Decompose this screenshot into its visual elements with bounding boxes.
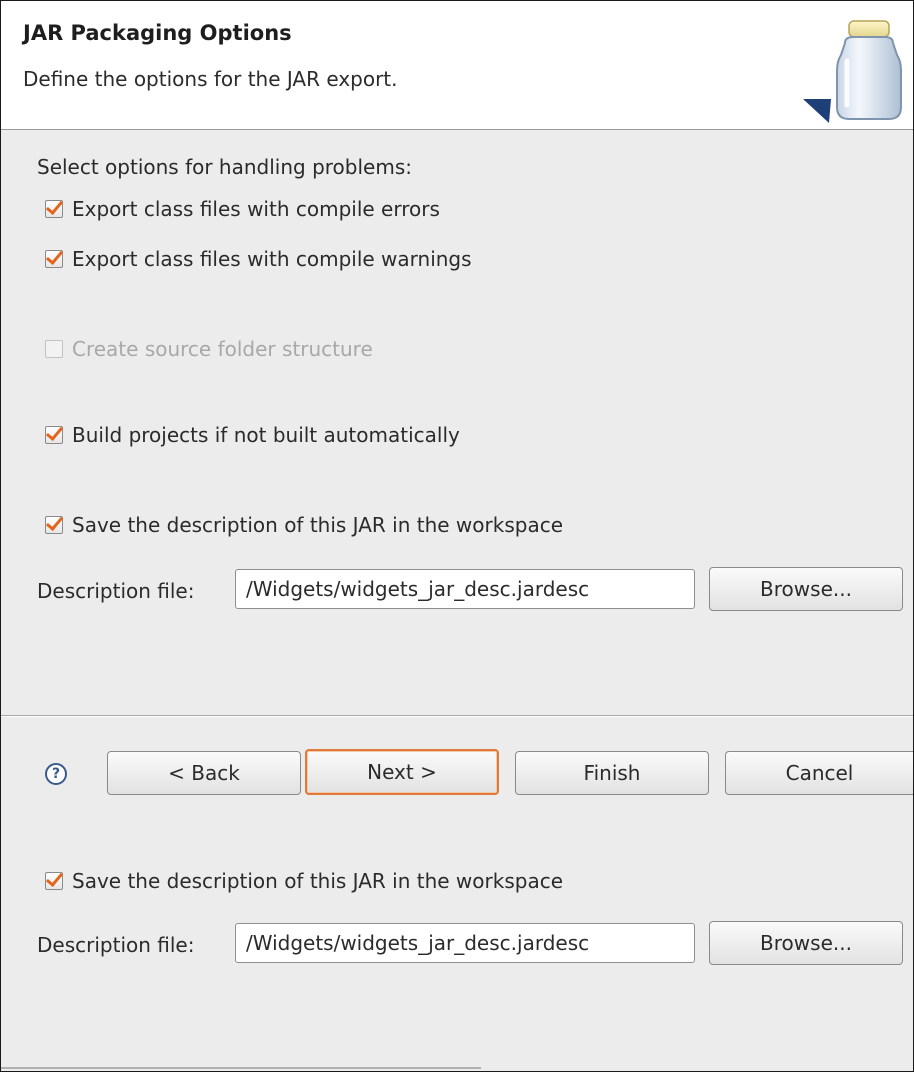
finish-button[interactable]: Finish xyxy=(515,751,709,795)
description-file-label: Description file: xyxy=(37,579,195,603)
export-warnings-label: Export class files with compile warnings xyxy=(72,247,472,271)
save-description-label-2: Save the description of this JAR in the … xyxy=(72,869,563,893)
wizard-header: JAR Packaging Options Define the options… xyxy=(1,1,913,130)
checkbox-box xyxy=(45,340,63,358)
browse-button[interactable]: Browse... xyxy=(709,567,903,611)
next-button[interactable]: Next > xyxy=(305,749,499,795)
source-folder-checkbox: Create source folder structure xyxy=(45,337,373,361)
description-file-input-2[interactable]: /Widgets/widgets_jar_desc.jardesc xyxy=(235,923,695,963)
save-description-checkbox-2[interactable]: Save the description of this JAR in the … xyxy=(45,869,563,893)
checkbox-box[interactable] xyxy=(45,516,63,534)
problems-heading: Select options for handling problems: xyxy=(37,155,412,179)
checkbox-box[interactable] xyxy=(45,872,63,890)
save-description-label: Save the description of this JAR in the … xyxy=(72,513,563,537)
description-file-input[interactable]: /Widgets/widgets_jar_desc.jardesc xyxy=(235,569,695,609)
jar-icon xyxy=(803,20,902,123)
checkbox-box[interactable] xyxy=(45,250,63,268)
browse-button-2[interactable]: Browse... xyxy=(709,921,903,965)
back-button[interactable]: < Back xyxy=(107,751,301,795)
scrollbar-track xyxy=(1,1067,481,1069)
help-icon[interactable]: ? xyxy=(45,763,67,785)
build-projects-label: Build projects if not built automaticall… xyxy=(72,423,460,447)
build-projects-checkbox[interactable]: Build projects if not built automaticall… xyxy=(45,423,460,447)
checkbox-box[interactable] xyxy=(45,426,63,444)
source-folder-label: Create source folder structure xyxy=(72,337,373,361)
page-description: Define the options for the JAR export. xyxy=(23,67,398,91)
export-warnings-checkbox[interactable]: Export class files with compile warnings xyxy=(45,247,472,271)
cancel-button[interactable]: Cancel xyxy=(725,751,913,795)
button-bar-separator xyxy=(1,715,913,717)
description-file-label-2: Description file: xyxy=(37,933,195,957)
jar-export-wizard: JAR Packaging Options Define the options… xyxy=(0,0,914,1072)
export-errors-label: Export class files with compile errors xyxy=(72,197,440,221)
checkbox-box[interactable] xyxy=(45,200,63,218)
save-description-checkbox[interactable]: Save the description of this JAR in the … xyxy=(45,513,563,537)
page-title: JAR Packaging Options xyxy=(23,21,292,45)
export-errors-checkbox[interactable]: Export class files with compile errors xyxy=(45,197,440,221)
